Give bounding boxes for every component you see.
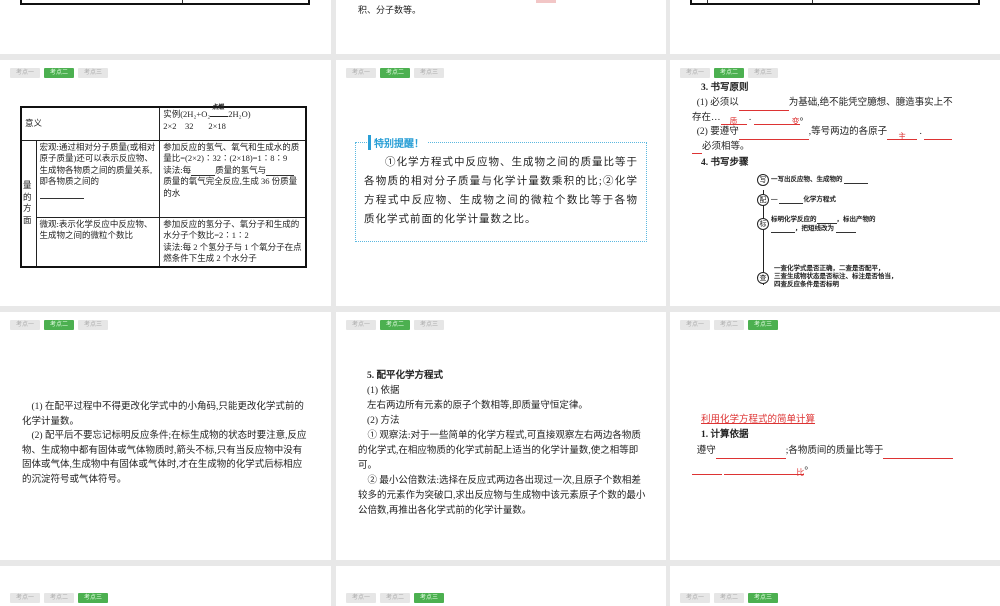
section-title: 3. 书写原则: [701, 83, 749, 93]
slide-thumb[interactable]: 考点一 考点二 考点三 意义 实例(2H₂+O₂ 点燃 2H₂O) 2×2 32 2×18…: [0, 60, 331, 306]
tab-2[interactable]: 考点二: [44, 593, 74, 603]
tab-2[interactable]: 考点二: [714, 320, 744, 330]
tip-body: ①化学方程式中反应物、生成物之间的质量比等于各物质的相对分子质量与化学计量数乘积…: [364, 157, 638, 225]
slide-thumb[interactable]: 考点一 考点二 考点三: [670, 566, 1000, 606]
tab-1[interactable]: 考点一: [10, 68, 40, 78]
tab-2[interactable]: 考点二: [44, 320, 74, 330]
tip-title: 特别提醒！: [368, 135, 427, 150]
section-title: 4. 书写步骤: [701, 158, 749, 168]
macro-cell: 宏观:通过相对分子质量(或相对原子质量)还可以表示反应物、生成物各物质之间的质量…: [35, 139, 161, 218]
slide-thumb[interactable]: [670, 0, 1000, 54]
tab-3[interactable]: 考点三: [78, 593, 108, 603]
step-text: 标明化学反应的 ，标出产物的 ，把短线改为: [771, 216, 876, 233]
tab-3[interactable]: 考点三: [78, 68, 108, 78]
tab-1[interactable]: 考点一: [680, 320, 710, 330]
slide-thumb[interactable]: 考点一 考点二 考点三: [0, 566, 331, 606]
step-balance-icon: 配: [757, 194, 769, 206]
red-mark: [536, 0, 556, 3]
slide-thumb[interactable]: 考点一 考点二 考点三 特别提醒！ ①化学方程式中反应物、生成物之间的质量比等于各物…: [336, 60, 666, 306]
header-meaning: 意义: [20, 106, 161, 141]
tab-3[interactable]: 考点三: [414, 593, 444, 603]
tab-1[interactable]: 考点一: [346, 320, 376, 330]
tab-1[interactable]: 考点一: [10, 320, 40, 330]
tab-2[interactable]: 考点二: [714, 68, 744, 78]
note-1: (1) 在配平过程中不得更改化学式中的小角码,只能更改化学式前的化学计量数。: [22, 402, 304, 427]
step-text: 一写出反应物、生成物的: [771, 175, 869, 184]
text: 积、分子数等。: [358, 5, 422, 15]
subheading: (2) 方法: [367, 416, 400, 426]
slide-thumb[interactable]: 考点一 考点二 考点三 (1) 在配平过程中不得更改化学式中的小角码,只能更改化学式…: [0, 312, 331, 560]
section-title: 利用化学方程式的简单计算: [701, 415, 816, 425]
slide-thumb[interactable]: 考点一 考点二 考点三 利用化学方程式的简单计算 1. 计算依据 遵守 ;各物质间的质…: [670, 312, 1000, 560]
micro-cell: 微观:表示化学反应中反应物、生成物之间的微粒个数比: [35, 216, 161, 267]
subheading: 1. 计算依据: [701, 430, 749, 440]
step-text: 一查化学式是否正确，二查是否配平， 三查生成物状态是否标注、标注是否恰当， 四查反应…: [774, 265, 898, 288]
tab-2[interactable]: 考点二: [44, 68, 74, 78]
tab-3[interactable]: 考点三: [414, 68, 444, 78]
side-label: 量的方面: [20, 139, 37, 267]
text: 左右两边所有元素的原子个数相等,即质量守恒定律。: [367, 401, 588, 411]
method-2: ② 最小公倍数法:选择在反应式两边各出现过一次,且原子个数相差较多的元素作为突破…: [358, 476, 646, 516]
section-title: 5. 配平化学方程式: [367, 371, 444, 381]
header-example: 实例(2H₂+O₂ 点燃 2H₂O) 2×2 32 2×18: [159, 105, 307, 141]
tab-2[interactable]: 考点二: [380, 68, 410, 78]
micro-example: 参加反应的氢分子、氧分子和生成的水分子个数比=2∶1∶2 读法:每 2 个氢分子与…: [159, 216, 307, 267]
tab-1[interactable]: 考点一: [680, 68, 710, 78]
tab-3[interactable]: 考点三: [414, 320, 444, 330]
note-2: (2) 配平后不要忘记标明反应条件;在标生成物的状态时要注意,反应物、生成物中都…: [22, 431, 307, 485]
slide-thumb[interactable]: 考点一 考点二 考点三 5. 配平化学方程式 (1) 依据 左右两边所有元素的原子个…: [336, 312, 666, 560]
tab-2[interactable]: 考点二: [714, 593, 744, 603]
tab-1[interactable]: 考点一: [346, 593, 376, 603]
principles-text: (1) 必须以 为基础,绝不能凭空臆想、臆造事实上不 存在… 质 . 变。 (2) …: [692, 96, 982, 154]
tab-1[interactable]: 考点一: [10, 593, 40, 603]
tab-1[interactable]: 考点一: [346, 68, 376, 78]
step-check-icon: 查: [757, 272, 769, 284]
step-write-icon: 写: [757, 174, 769, 186]
special-tip-box: 特别提醒！ ①化学方程式中反应物、生成物之间的质量比等于各物质的相对分子质量与化…: [355, 135, 647, 242]
tab-3[interactable]: 考点三: [748, 320, 778, 330]
table-bottom: [690, 0, 980, 5]
tab-1[interactable]: 考点一: [680, 593, 710, 603]
slide-thumb[interactable]: 积、分子数等。: [336, 0, 666, 54]
tab-3[interactable]: 考点三: [748, 68, 778, 78]
method-1: ① 观察法:对于一些简单的化学方程式,可直接观察左右两边各物质的化学式,在相应物…: [358, 431, 641, 471]
macro-example: 参加反应的氢气、氧气和生成水的质量比=(2×2)∶32∶(2×18)=1∶8∶9…: [159, 139, 307, 218]
slide-thumb[interactable]: 考点一 考点二 考点三: [336, 566, 666, 606]
table-bottom: [20, 0, 310, 5]
tab-2[interactable]: 考点二: [380, 593, 410, 603]
calc-text: 遵守 ;各物质间的质量比等于 比。: [692, 443, 987, 477]
step-text: — 化学方程式: [771, 196, 836, 204]
subheading: (1) 依据: [367, 386, 400, 396]
tab-2[interactable]: 考点二: [380, 320, 410, 330]
slide-thumb[interactable]: [0, 0, 331, 54]
tab-3[interactable]: 考点三: [748, 593, 778, 603]
tab-3[interactable]: 考点三: [78, 320, 108, 330]
slide-thumb[interactable]: 考点一 考点二 考点三 3. 书写原则 (1) 必须以 为基础,绝不能凭空臆想、臆造事…: [670, 60, 1000, 306]
step-mark-icon: 标: [757, 218, 769, 230]
meaning-table: 意义 实例(2H₂+O₂ 点燃 2H₂O) 2×2 32 2×18 量的方面 宏观:通…: [20, 105, 307, 268]
